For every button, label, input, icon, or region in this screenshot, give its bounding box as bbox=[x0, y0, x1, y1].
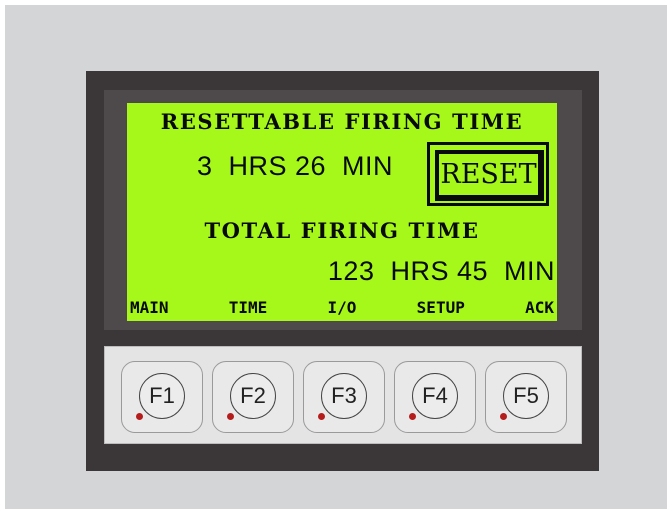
f3-led-indicator bbox=[318, 413, 325, 420]
f4-led-indicator bbox=[409, 413, 416, 420]
f4-key[interactable]: F4 bbox=[394, 361, 476, 433]
resettable-firing-time-value: 3 HRS 26 MIN bbox=[197, 151, 394, 181]
menu-time[interactable]: TIME bbox=[229, 298, 268, 320]
f2-key[interactable]: F2 bbox=[212, 361, 294, 433]
menu-io[interactable]: I/O bbox=[328, 298, 357, 320]
f3-key-label: F3 bbox=[321, 373, 367, 419]
total-firing-time-value: 123 HRS 45 MIN bbox=[327, 256, 555, 286]
f5-key-label: F5 bbox=[503, 373, 549, 419]
reset-button[interactable]: RESET bbox=[427, 142, 549, 206]
f5-key[interactable]: F5 bbox=[485, 361, 567, 433]
resettable-firing-time-title: RESETTABLE FIRING TIME bbox=[160, 109, 524, 134]
function-keypad: F1 F2 F3 F4 F5 bbox=[104, 346, 582, 444]
reset-button-label: RESET bbox=[435, 150, 544, 201]
f5-led-indicator bbox=[500, 413, 507, 420]
f2-key-label: F2 bbox=[230, 373, 276, 419]
menu-setup[interactable]: SETUP bbox=[417, 298, 465, 320]
f1-key-label: F1 bbox=[139, 373, 185, 419]
menu-main[interactable]: MAIN bbox=[130, 298, 169, 320]
f1-key[interactable]: F1 bbox=[121, 361, 203, 433]
f1-led-indicator bbox=[136, 413, 143, 420]
total-firing-time-title: TOTAL FIRING TIME bbox=[204, 218, 480, 243]
softkey-menu: MAIN TIME I/O SETUP ACK bbox=[127, 298, 557, 320]
f4-key-label: F4 bbox=[412, 373, 458, 419]
menu-ack[interactable]: ACK bbox=[525, 298, 554, 320]
lcd-screen: RESETTABLE FIRING TIME 3 HRS 26 MIN RESE… bbox=[127, 103, 557, 321]
f2-led-indicator bbox=[227, 413, 234, 420]
f3-key[interactable]: F3 bbox=[303, 361, 385, 433]
